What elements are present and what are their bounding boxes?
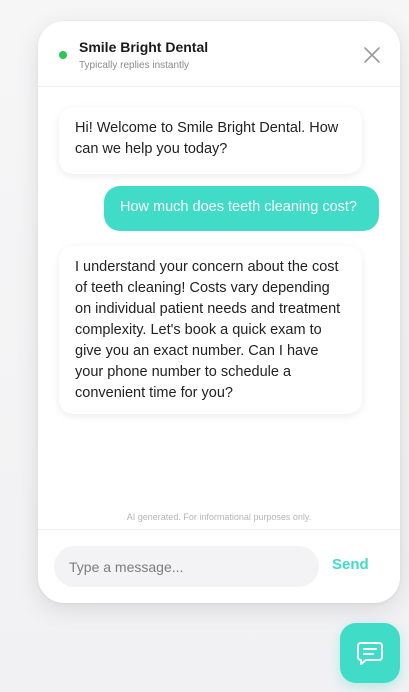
chat-subtitle: Typically replies instantly: [79, 60, 190, 71]
close-button[interactable]: [362, 45, 382, 65]
message-list: Hi! Welcome to Smile Bright Dental. How …: [38, 88, 400, 528]
user-message: How much does teeth cleaning cost?: [104, 186, 379, 231]
message-composer: Send: [38, 529, 400, 603]
close-icon: [364, 47, 380, 63]
bot-message: I understand your concern about the cost…: [59, 246, 362, 414]
chat-header: Smile Bright Dental Typically replies in…: [38, 21, 400, 87]
send-button[interactable]: Send: [332, 556, 369, 573]
bot-message: Hi! Welcome to Smile Bright Dental. How …: [59, 107, 362, 174]
online-status-icon: [59, 51, 67, 59]
chat-widget: Smile Bright Dental Typically replies in…: [38, 21, 400, 603]
page-background: Smile Bright Dental Typically replies in…: [0, 0, 409, 692]
message-input[interactable]: [54, 546, 319, 587]
chat-launcher-button[interactable]: [340, 623, 400, 683]
chat-bubble-icon: [357, 642, 383, 665]
ai-disclaimer: AI generated. For informational purposes…: [126, 512, 312, 522]
chat-title: Smile Bright Dental: [79, 39, 209, 55]
